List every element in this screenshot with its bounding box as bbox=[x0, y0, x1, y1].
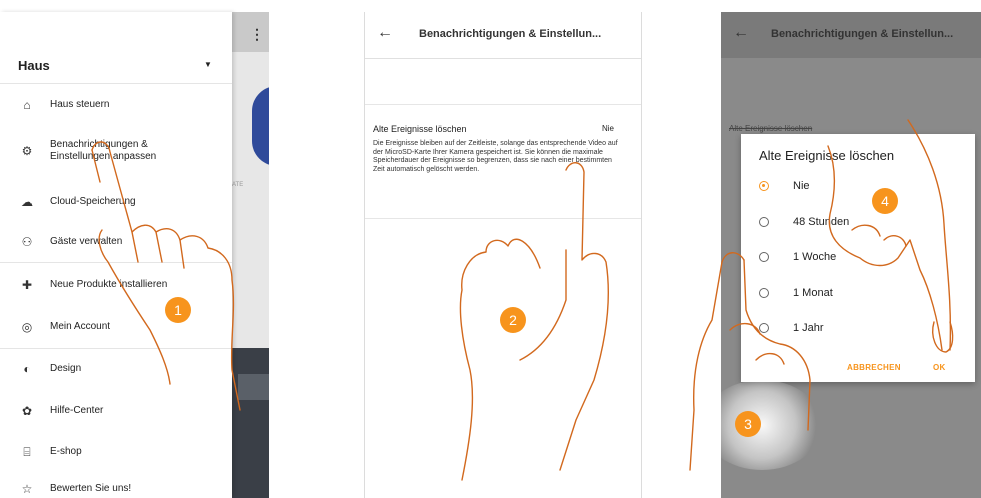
step-callout-4: 4 bbox=[872, 188, 898, 214]
menu-item-gaeste[interactable]: ⚇ Gäste verwalten bbox=[0, 227, 232, 257]
divider bbox=[0, 262, 232, 263]
more-options-icon[interactable]: ⋮ bbox=[250, 26, 264, 43]
menu-item-design[interactable]: ◐ Design bbox=[0, 354, 232, 384]
menu-item-mein-account[interactable]: ◎ Mein Account bbox=[0, 312, 232, 342]
menu-item-label: Bewerten Sie uns! bbox=[50, 483, 132, 494]
menu-item-label: Benachrichtigungen & Einstellungen anpas… bbox=[50, 139, 157, 162]
menu-item-label: Gäste verwalten bbox=[50, 236, 123, 247]
divider bbox=[365, 218, 641, 219]
page-title: Benachrichtigungen & Einstellun... bbox=[419, 28, 602, 40]
option-1-woche[interactable]: 1 Woche bbox=[759, 249, 959, 269]
radio-icon[interactable] bbox=[759, 252, 769, 262]
option-nie[interactable]: Nie bbox=[759, 178, 959, 198]
cancel-button[interactable]: ABBRECHEN bbox=[847, 363, 901, 372]
option-1-jahr[interactable]: 1 Jahr bbox=[759, 320, 959, 340]
divider bbox=[365, 104, 641, 105]
option-1-monat[interactable]: 1 Monat bbox=[759, 285, 959, 305]
option-48-stunden[interactable]: 48 Stunden bbox=[759, 214, 959, 234]
setting-title[interactable]: Alte Ereignisse löschen bbox=[373, 124, 467, 134]
house-title: Haus bbox=[18, 58, 50, 73]
background-video-tile bbox=[238, 374, 269, 400]
ok-button[interactable]: OK bbox=[933, 363, 946, 372]
dialog-title: Alte Ereignisse löschen bbox=[759, 148, 895, 163]
back-arrow-icon[interactable]: ← bbox=[733, 24, 749, 42]
background-caption: ATE bbox=[232, 182, 244, 188]
step-callout-1: 1 bbox=[165, 297, 191, 323]
step-callout-3: 3 bbox=[735, 411, 761, 437]
option-label: 1 Jahr bbox=[793, 322, 824, 334]
menu-item-label: Haus steuern bbox=[50, 99, 110, 110]
menu-item-label: Cloud-Speicherung bbox=[50, 196, 136, 207]
account-icon: ◎ bbox=[21, 320, 33, 334]
setting-value[interactable]: Nie bbox=[602, 124, 614, 133]
menu-item-label: Design bbox=[50, 363, 82, 374]
option-label: 48 Stunden bbox=[793, 216, 850, 228]
menu-item-label: E-shop bbox=[50, 446, 82, 457]
background-video-area bbox=[232, 348, 269, 498]
help-icon: ✿ bbox=[21, 404, 33, 418]
option-label: 1 Woche bbox=[793, 251, 837, 263]
menu-item-hilfe-center[interactable]: ✿ Hilfe-Center bbox=[0, 396, 232, 426]
menu-item-e-shop[interactable]: ⌸ E-shop bbox=[0, 437, 232, 467]
page-title: Benachrichtigungen & Einstellun... bbox=[771, 28, 954, 40]
menu-item-benachrichtigungen[interactable]: ⚙ Benachrichtigungen & Einstellungen anp… bbox=[0, 136, 232, 166]
radio-icon[interactable] bbox=[759, 217, 769, 227]
back-arrow-icon[interactable]: ← bbox=[377, 24, 393, 42]
menu-item-cloud-speicherung[interactable]: ☁ Cloud-Speicherung bbox=[0, 187, 232, 217]
menu-item-label: Mein Account bbox=[50, 321, 111, 332]
setting-description: Die Ereignisse bleiben auf der Zeitleist… bbox=[373, 140, 618, 173]
radio-icon[interactable] bbox=[759, 323, 769, 333]
radio-icon[interactable] bbox=[759, 288, 769, 298]
menu-item-neue-produkte[interactable]: ✚ Neue Produkte installieren bbox=[0, 270, 232, 300]
design-icon: ◐ bbox=[23, 362, 31, 376]
menu-item-label: Neue Produkte installieren bbox=[50, 279, 168, 290]
menu-item-bewerten[interactable]: ☆ Bewerten Sie uns! bbox=[0, 474, 232, 498]
panel-navigation-drawer: ⋮ ATE Haus ▼ ⌂ Haus steuern ⚙ Benachrich… bbox=[0, 0, 269, 498]
settings-icon: ⚙ bbox=[21, 144, 33, 158]
navigation-drawer: Haus ▼ ⌂ Haus steuern ⚙ Benachrichtigung… bbox=[0, 12, 232, 498]
star-icon: ☆ bbox=[21, 482, 33, 496]
option-label: Nie bbox=[793, 180, 810, 192]
app-header: ← Benachrichtigungen & Einstellun... bbox=[721, 12, 981, 58]
radio-selected-icon[interactable] bbox=[759, 181, 769, 191]
touch-glow bbox=[702, 380, 822, 470]
menu-item-label: Hilfe-Center bbox=[50, 405, 104, 416]
panel-settings: ← Benachrichtigungen & Einstellun... Alt… bbox=[364, 12, 642, 498]
divider bbox=[0, 83, 232, 84]
guests-icon: ⚇ bbox=[21, 235, 33, 249]
options-dialog: Alte Ereignisse löschen Nie 48 Stunden 1… bbox=[741, 134, 975, 382]
plus-icon: ✚ bbox=[21, 278, 33, 292]
background-setting-title: Alte Ereignisse löschen bbox=[729, 124, 813, 133]
dropdown-caret-icon[interactable]: ▼ bbox=[204, 60, 212, 69]
option-label: 1 Monat bbox=[793, 287, 833, 299]
app-header: ← Benachrichtigungen & Einstellun... bbox=[365, 12, 641, 59]
divider bbox=[0, 348, 232, 349]
shop-icon: ⌸ bbox=[23, 445, 31, 459]
menu-item-haus-steuern[interactable]: ⌂ Haus steuern bbox=[0, 90, 232, 120]
cloud-upload-icon: ☁ bbox=[21, 195, 33, 209]
step-callout-2: 2 bbox=[500, 307, 526, 333]
home-icon: ⌂ bbox=[23, 98, 31, 112]
